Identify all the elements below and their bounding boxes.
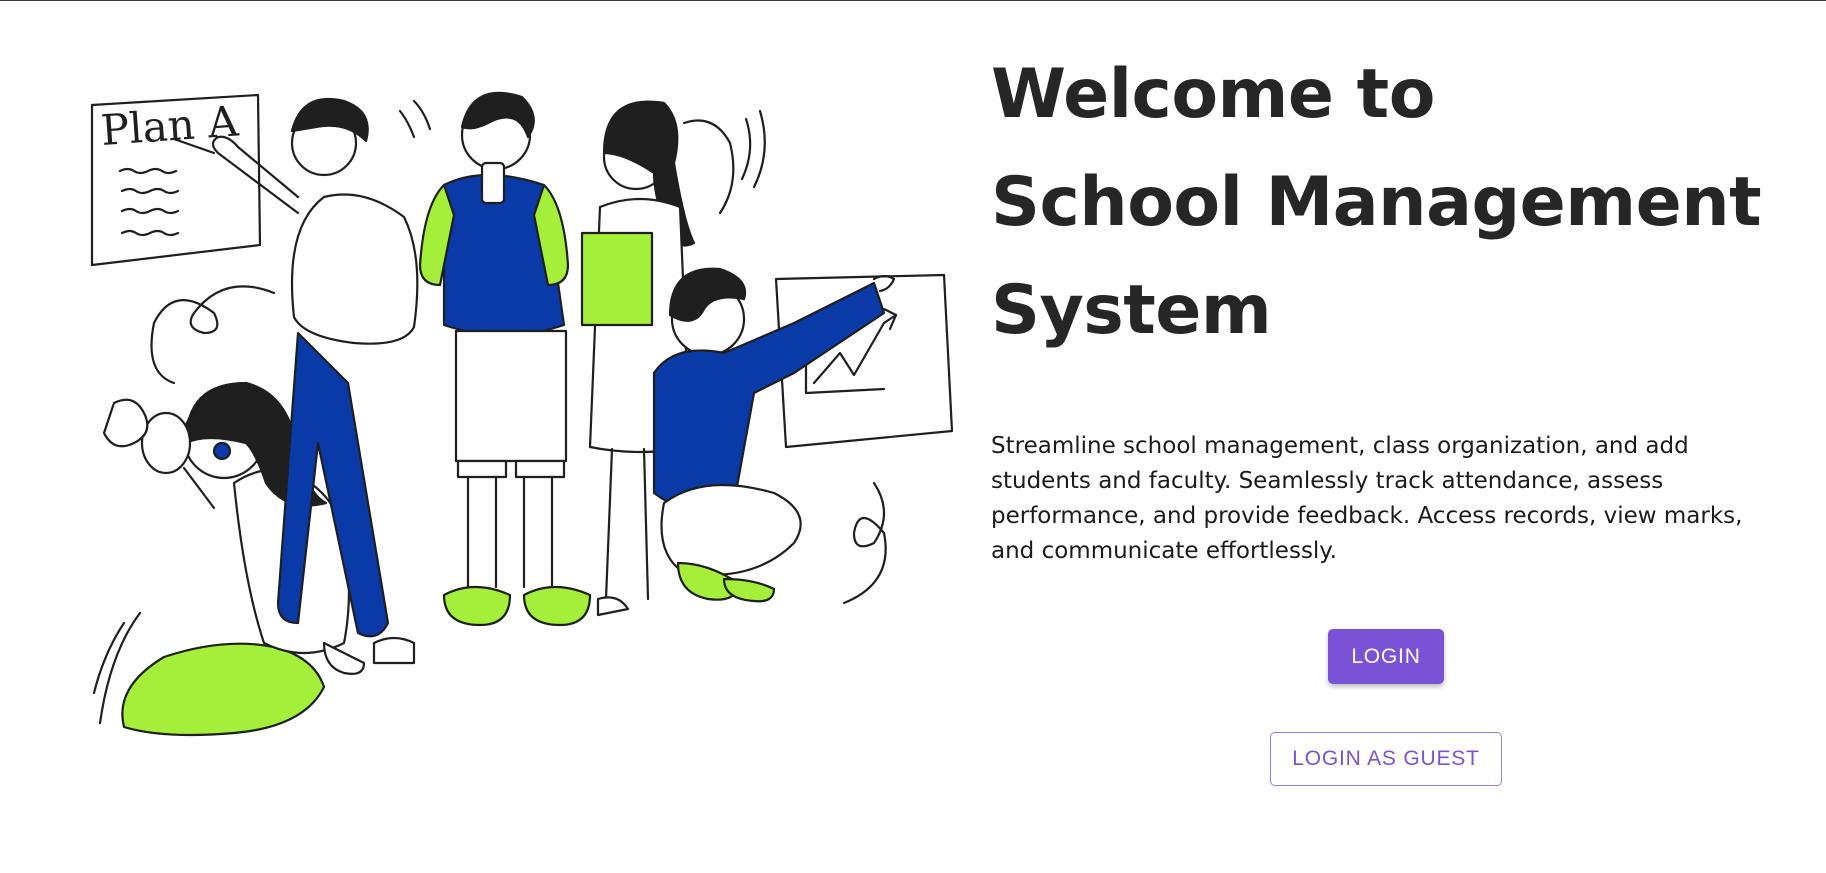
- hero-illustration: Plan A: [84, 83, 964, 763]
- hero-text: Welcome to School Management System Stre…: [991, 41, 1791, 569]
- auth-actions: LOGIN LOGIN AS GUEST: [1270, 629, 1502, 786]
- hero-description: Streamline school management, class orga…: [991, 433, 1743, 564]
- title-line-3: System: [991, 271, 1272, 350]
- students-illustration: Plan A: [90, 91, 954, 737]
- whiteboard-text: Plan A: [99, 96, 240, 155]
- title-line-1: Welcome to: [991, 55, 1435, 134]
- login-as-guest-button[interactable]: LOGIN AS GUEST: [1270, 732, 1502, 786]
- title-line-2: School Management: [991, 163, 1762, 242]
- login-button[interactable]: LOGIN: [1328, 629, 1444, 684]
- page-title: Welcome to School Management System: [991, 41, 1791, 365]
